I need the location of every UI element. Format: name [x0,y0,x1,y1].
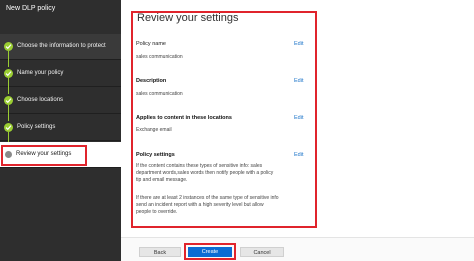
step-name-policy[interactable]: Name your policy [0,61,121,94]
step-choose-information[interactable]: Choose the information to protect [0,34,121,67]
page-title: Review your settings [137,12,239,24]
step-label: Name your policy [17,70,64,76]
policy-settings-text-line: tip and email message. [136,177,188,183]
policy-settings-label: Policy settings [136,152,175,158]
policy-settings-text-line: If there are at least 2 instances of the… [136,195,279,201]
edit-locations-link[interactable]: Edit [294,115,303,121]
check-icon [4,123,13,132]
policy-settings-text-line: people to override. [136,209,178,215]
step-policy-settings[interactable]: Policy settings [0,115,121,148]
policy-settings-text-line: department words,sales words then notify… [136,170,274,176]
create-button-highlight [184,243,236,260]
description-label: Description [136,78,167,84]
policy-settings-text-line: If the content contains these types of s… [136,163,263,169]
locations-value: Exchange email [136,127,172,133]
policy-settings-text-line: send an incident report with a high seve… [136,202,264,208]
edit-policy-name-link[interactable]: Edit [294,41,303,47]
check-icon [4,42,13,51]
locations-label: Applies to content in these locations [136,115,232,121]
current-step-highlight [1,145,87,166]
check-icon [4,69,13,78]
step-choose-locations[interactable]: Choose locations [0,88,121,121]
edit-policy-settings-link[interactable]: Edit [294,152,303,158]
dlp-wizard: New DLP policy Choose the information to… [0,0,474,261]
back-button[interactable]: Back [139,247,181,257]
check-icon [4,96,13,105]
step-label: Choose locations [17,97,64,103]
cancel-button[interactable]: Cancel [240,247,284,257]
wizard-title: New DLP policy [6,5,56,12]
policy-name-label: Policy name [136,41,166,47]
policy-name-value: sales communication [136,54,183,60]
description-value: sales communication [136,91,183,97]
edit-description-link[interactable]: Edit [294,78,303,84]
step-label: Choose the information to protect [17,43,106,49]
step-label: Policy settings [17,124,56,130]
